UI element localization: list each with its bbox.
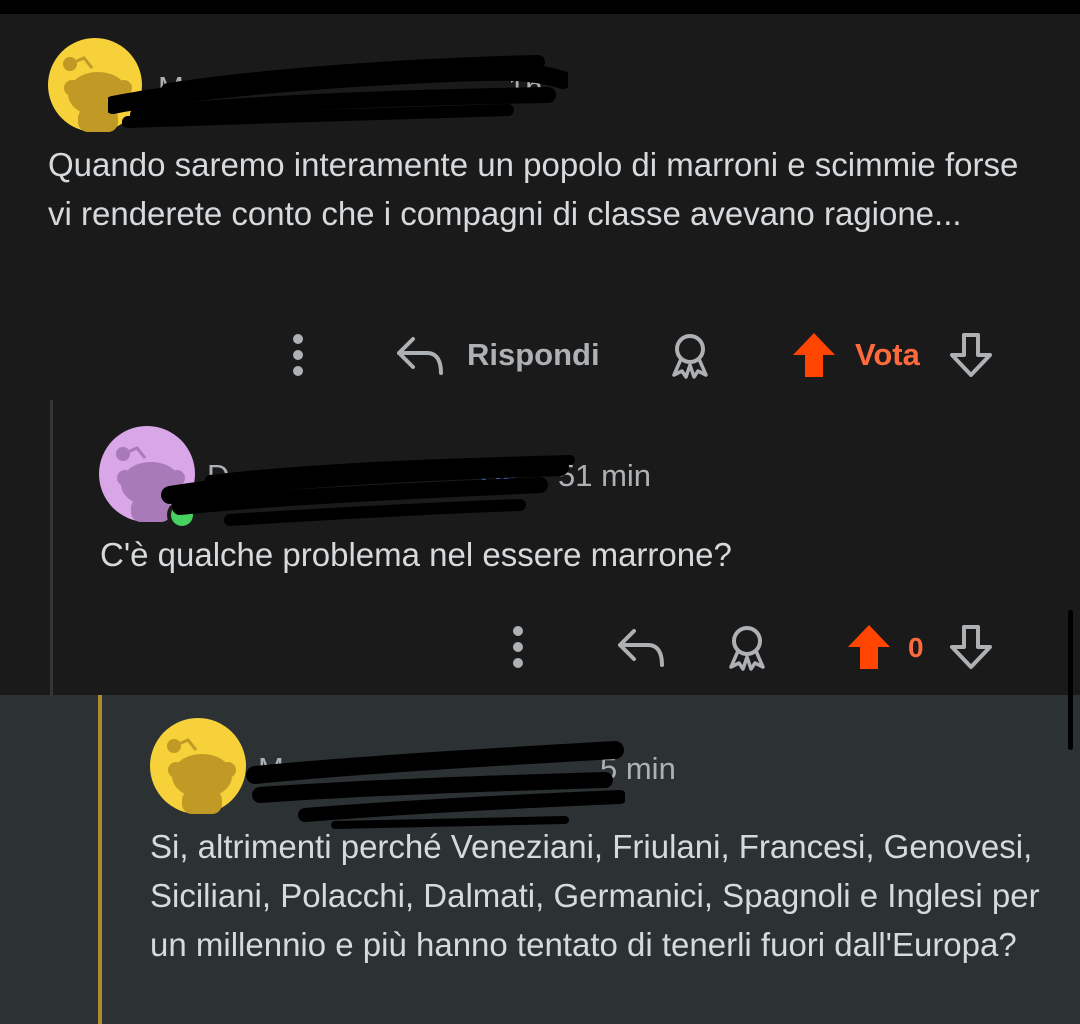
status-bar: [0, 0, 1080, 14]
redaction-scribble: [161, 455, 575, 526]
award-button[interactable]: [665, 330, 715, 380]
avatar[interactable]: [150, 718, 246, 814]
downvote-arrow-icon: [950, 333, 992, 377]
reply-button[interactable]: [615, 622, 667, 672]
vote-count: 0: [908, 632, 924, 663]
thread-line[interactable]: [50, 400, 53, 695]
scrollbar[interactable]: [1068, 610, 1073, 750]
award-icon: [672, 334, 708, 379]
award-button[interactable]: [722, 622, 772, 672]
redaction-scribble: [246, 741, 625, 829]
reply-label: Rispondi: [467, 337, 600, 372]
downvote-button[interactable]: [945, 620, 997, 674]
upvote-arrow-icon: [848, 625, 890, 669]
redaction-scribble: [108, 55, 568, 128]
upvote-arrow-icon: [793, 333, 835, 377]
reply-arrow-icon: [397, 337, 443, 375]
upvote-button[interactable]: [843, 620, 895, 674]
downvote-button[interactable]: [945, 328, 997, 382]
upvote-button[interactable]: [788, 328, 840, 382]
more-options-button[interactable]: [280, 330, 316, 380]
comment-body: Si, altrimenti perché Veneziani, Friulan…: [150, 828, 1040, 963]
reply-button[interactable]: Rispondi: [395, 330, 615, 380]
more-options-button[interactable]: [500, 622, 536, 672]
comment-body: Quando saremo interamente un popolo di m…: [48, 146, 1019, 232]
thread-line-highlighted[interactable]: [98, 695, 102, 1024]
snoo-avatar-icon: [167, 738, 236, 814]
vote-label: Vota: [855, 337, 920, 372]
downvote-arrow-icon: [950, 625, 992, 669]
reply-arrow-icon: [618, 629, 664, 667]
more-options-icon: [513, 626, 523, 668]
comment-body: C'è qualche problema nel essere marrone?: [100, 536, 732, 573]
more-options-icon: [293, 334, 303, 376]
award-icon: [729, 626, 765, 671]
